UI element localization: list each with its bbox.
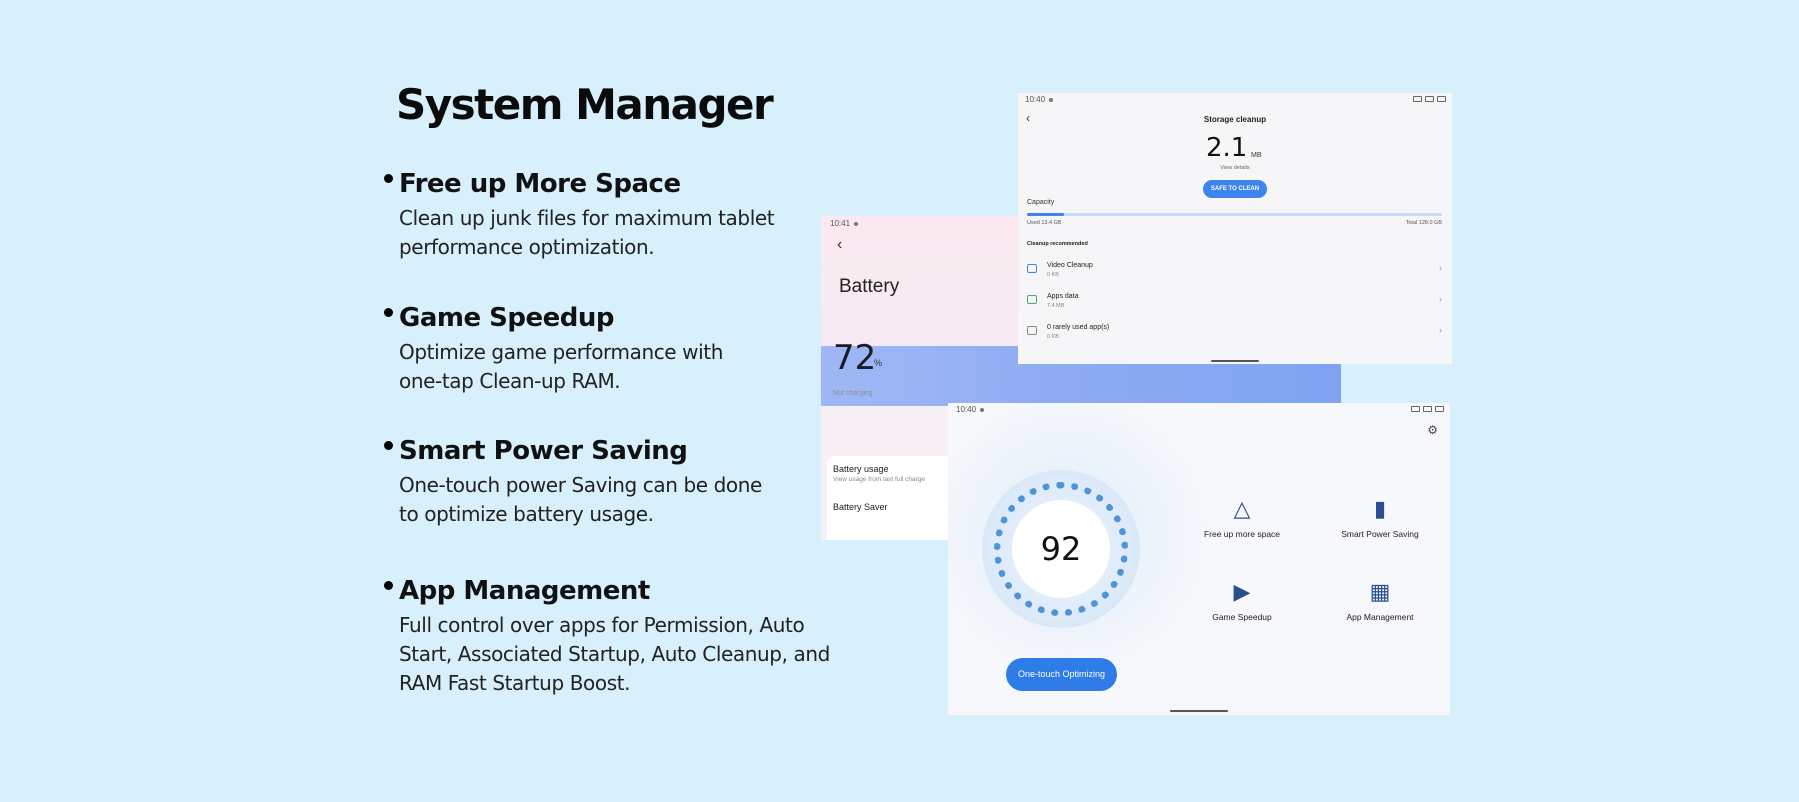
- bullet-icon: [384, 441, 393, 450]
- feature-description: One-touch power Saving can be done to op…: [399, 473, 762, 526]
- feature-free-up-space: Free up More Space Clean up junk files f…: [384, 168, 775, 262]
- optimization-score-ring: 92: [982, 470, 1140, 628]
- tool-label: Free up more space: [1203, 529, 1281, 539]
- battery-status-icon: [1437, 96, 1446, 102]
- list-item[interactable]: Apps data 7.4 MB ›: [1027, 291, 1442, 317]
- feature-description: Clean up junk files for maximum tablet p…: [399, 206, 775, 259]
- total-storage: Total 128.0 GB: [1405, 220, 1442, 226]
- battery-usage-sub: View usage from last full charge: [833, 476, 926, 483]
- cleanable-unit: MB: [1251, 152, 1262, 159]
- capacity-label: Capacity: [1027, 199, 1055, 206]
- status-time: 10:40: [1025, 95, 1046, 104]
- charging-status: Not charging: [833, 390, 873, 397]
- feature-heading: App Management: [399, 576, 650, 606]
- tool-game-speedup[interactable]: ▶ Game Speedup: [1182, 578, 1302, 622]
- capacity-bar: [1027, 213, 1442, 216]
- storage-cleanup-screenshot: 10:40 ‹ Storage cleanup 2.1 MB View deta…: [1018, 93, 1452, 364]
- chevron-right-icon: ›: [1439, 294, 1442, 304]
- battery-percent: 72: [833, 338, 877, 378]
- apps-icon: ▦: [1369, 579, 1391, 604]
- chevron-right-icon: ›: [1439, 325, 1442, 335]
- status-bar: 10:41: [830, 219, 859, 228]
- status-time: 10:40: [956, 405, 977, 414]
- tool-app-management[interactable]: ▦ App Management: [1320, 578, 1440, 622]
- chevron-right-icon: ›: [1439, 263, 1442, 273]
- tool-label: Game Speedup: [1212, 612, 1272, 622]
- signal-icon: [1423, 406, 1432, 412]
- feature-description: Full control over apps for Permission, A…: [399, 613, 830, 695]
- list-item-size: 7.4 MB: [1047, 303, 1065, 309]
- list-item-name: Video Cleanup: [1047, 262, 1093, 269]
- capacity-fill: [1027, 213, 1065, 216]
- cleanup-recommended-heading: Cleanup recommended: [1027, 241, 1088, 247]
- gear-icon: [854, 221, 859, 226]
- bullet-icon: [384, 174, 393, 183]
- optimization-score: 92: [1040, 530, 1082, 568]
- list-item-name: Apps data: [1047, 293, 1079, 300]
- tool-free-up-space[interactable]: △ Free up more space: [1182, 495, 1302, 539]
- feature-smart-power-saving: Smart Power Saving One-touch power Savin…: [384, 435, 762, 529]
- optimizer-screenshot: 10:40 ⚙ 92 One-touch Optimizing △ Free u…: [948, 403, 1450, 715]
- android-icon: [1027, 295, 1037, 304]
- feature-heading: Smart Power Saving: [399, 436, 688, 466]
- gamepad-icon: ▶: [1233, 579, 1251, 604]
- page-title: System Manager: [396, 80, 774, 129]
- status-bar: 10:40: [1025, 95, 1054, 104]
- battery-percent-unit: %: [874, 358, 883, 368]
- broom-icon: △: [1233, 496, 1251, 521]
- battery-title: Battery: [839, 276, 900, 297]
- feature-heading: Free up More Space: [399, 169, 681, 199]
- video-icon: [1027, 264, 1037, 273]
- status-bar: 10:40: [956, 405, 985, 414]
- safe-to-clean-button[interactable]: SAFE TO CLEAN: [1203, 180, 1267, 198]
- status-time: 10:41: [830, 219, 851, 228]
- signal-icon: [1425, 96, 1434, 102]
- list-item-size: 0 KB: [1047, 272, 1059, 278]
- tool-label: Smart Power Saving: [1341, 529, 1419, 539]
- storage-title: Storage cleanup: [1203, 115, 1267, 124]
- battery-status-icon: [1435, 406, 1444, 412]
- list-item-size: 0 KB: [1047, 334, 1059, 340]
- system-icons: [1411, 406, 1444, 412]
- wifi-icon: [1411, 406, 1420, 412]
- app-box-icon: [1027, 326, 1037, 335]
- battery-icon: ▮: [1373, 496, 1387, 521]
- feature-description: Optimize game performance with one-tap C…: [399, 340, 724, 393]
- used-storage: Used 13.4 GB: [1027, 220, 1062, 226]
- home-indicator[interactable]: [1170, 710, 1228, 712]
- battery-saver-item[interactable]: Battery Saver: [833, 502, 888, 512]
- tool-smart-power-saving[interactable]: ▮ Smart Power Saving: [1320, 495, 1440, 539]
- list-item[interactable]: 0 rarely used app(s) 0 KB ›: [1027, 322, 1442, 348]
- wifi-icon: [1413, 96, 1422, 102]
- bullet-icon: [384, 581, 393, 590]
- one-touch-optimizing-button[interactable]: One-touch Optimizing: [1006, 658, 1117, 691]
- list-item-name: 0 rarely used app(s): [1047, 324, 1110, 331]
- system-icons: [1413, 96, 1446, 102]
- feature-app-management: App Management Full control over apps fo…: [384, 575, 830, 698]
- battery-usage-item[interactable]: Battery usage: [833, 464, 889, 474]
- gear-icon: [980, 407, 985, 412]
- feature-heading: Game Speedup: [399, 303, 615, 333]
- cleanable-amount: 2.1: [1206, 133, 1248, 163]
- back-icon[interactable]: ‹: [837, 236, 842, 254]
- home-indicator[interactable]: [1211, 360, 1259, 362]
- list-item[interactable]: Video Cleanup 0 KB ›: [1027, 260, 1442, 286]
- gear-icon: [1049, 97, 1054, 102]
- view-details-link[interactable]: View details: [1018, 165, 1452, 171]
- tool-label: App Management: [1346, 612, 1414, 622]
- bullet-icon: [384, 308, 393, 317]
- settings-gear-icon[interactable]: ⚙: [1427, 423, 1438, 437]
- feature-game-speedup: Game Speedup Optimize game performance w…: [384, 302, 723, 396]
